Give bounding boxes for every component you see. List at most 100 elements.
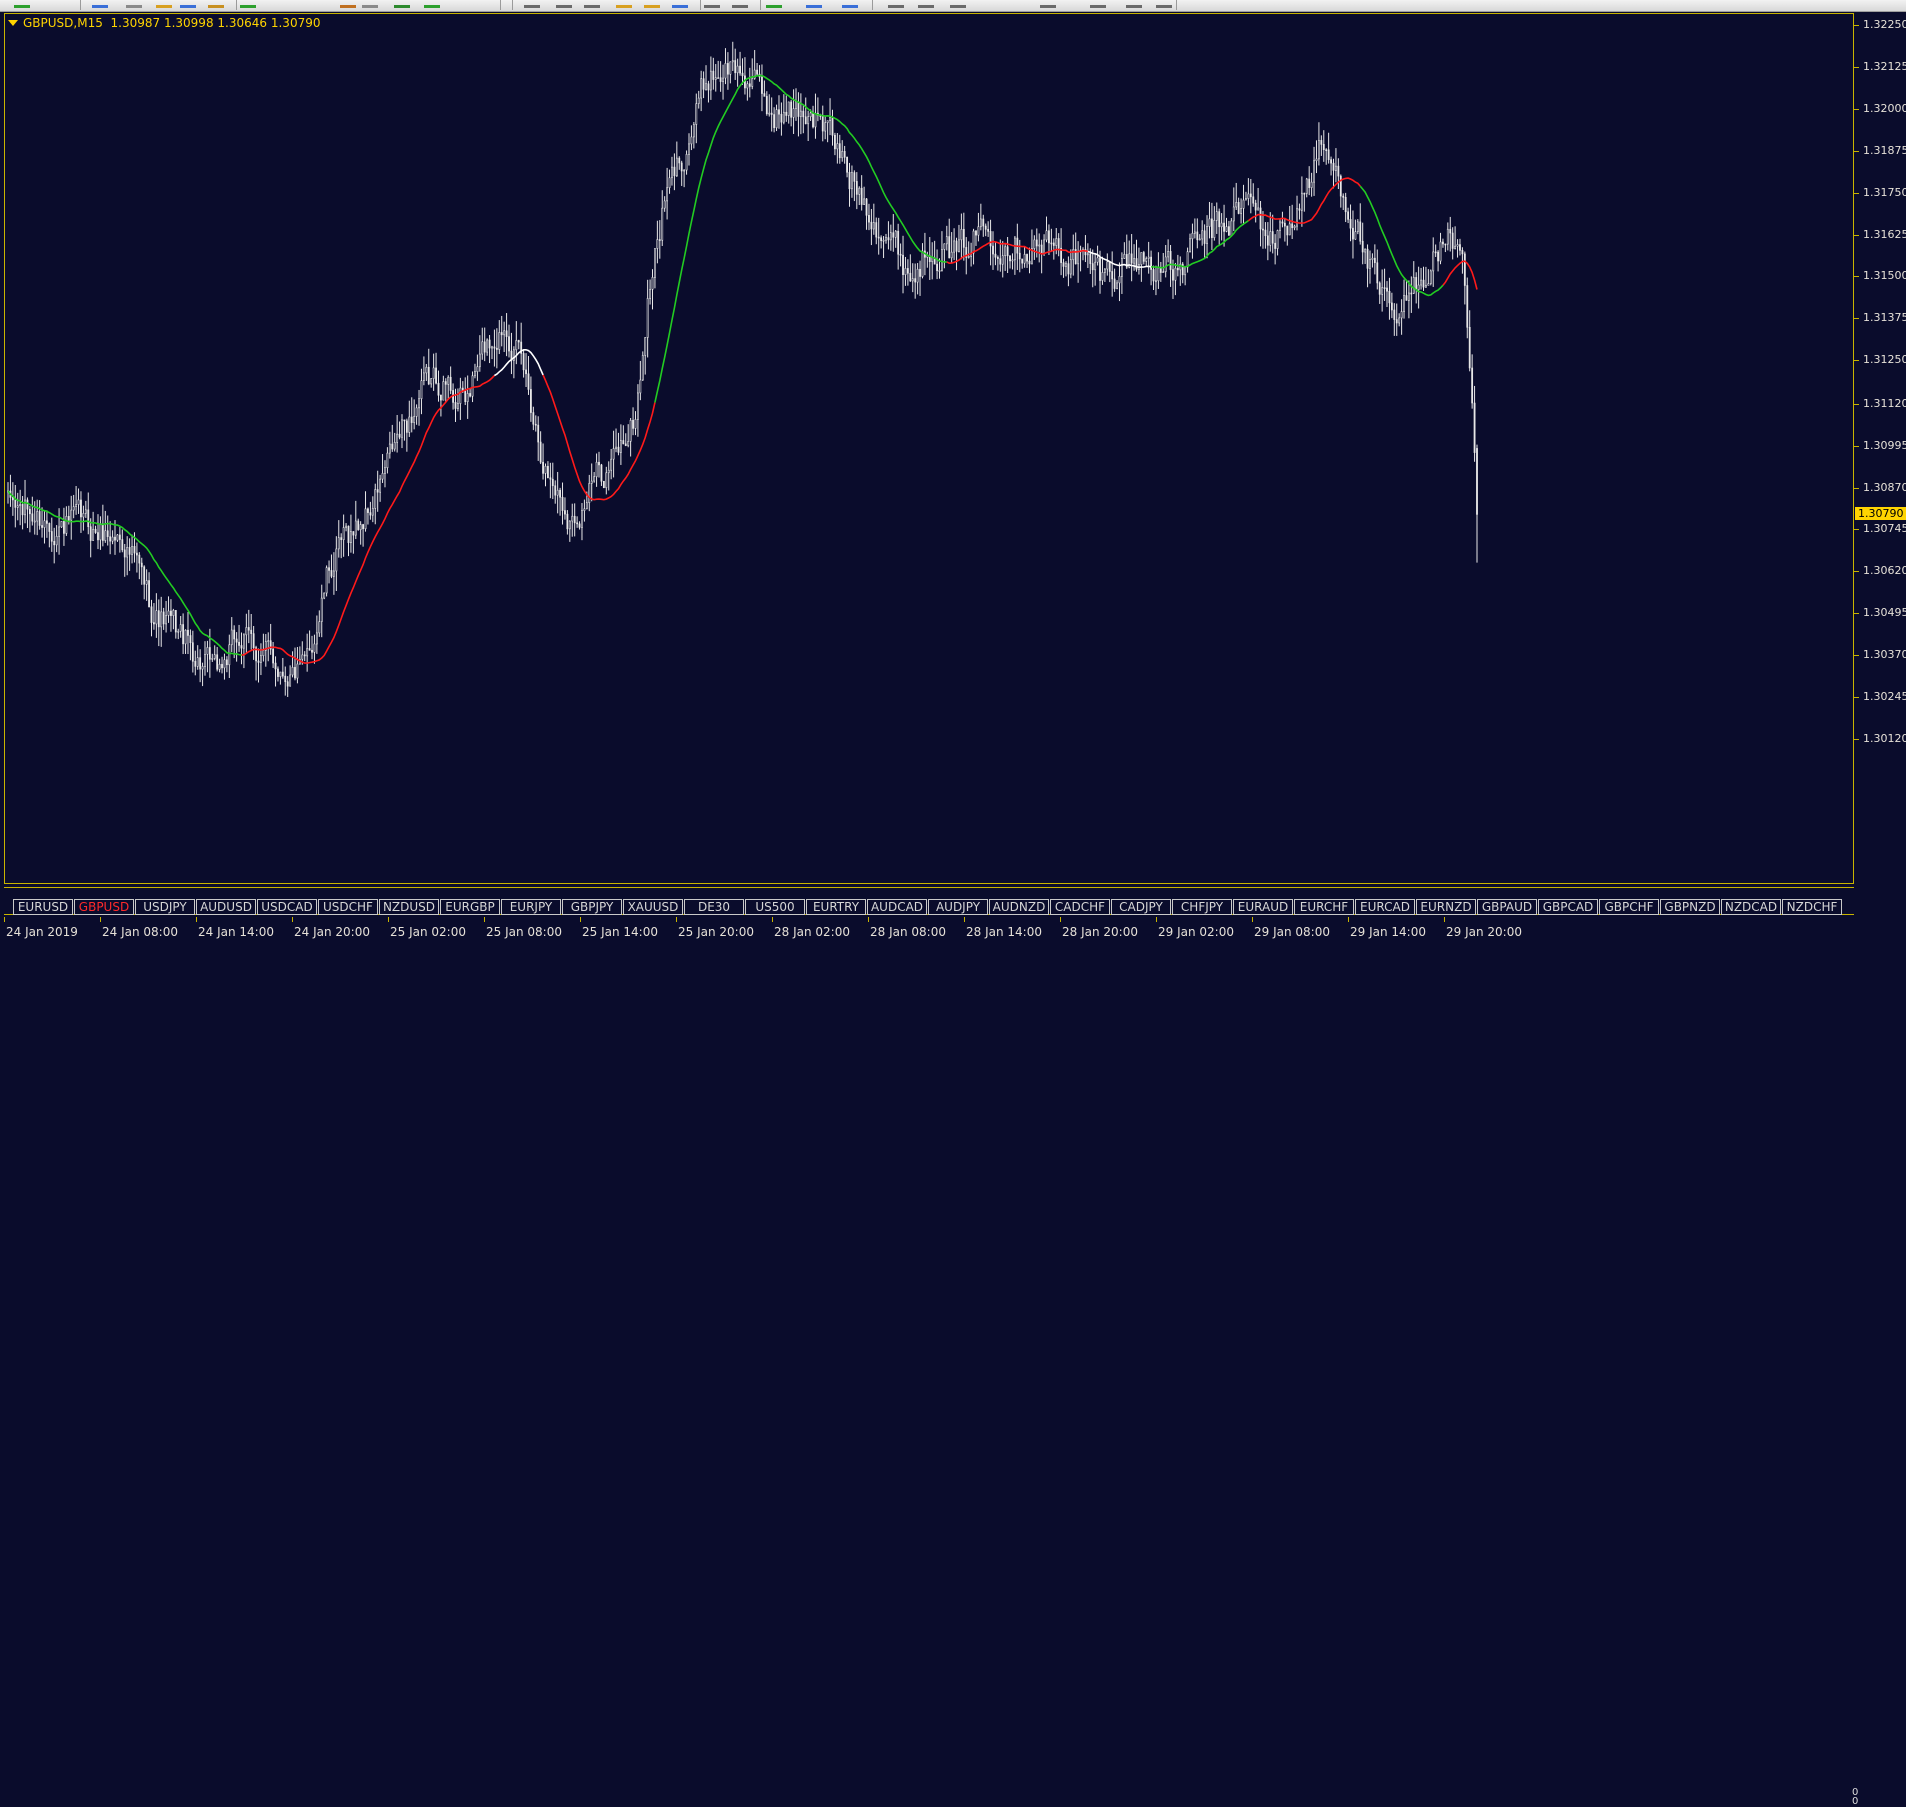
- symbol-tab-nzdchf[interactable]: NZDCHF: [1782, 899, 1842, 915]
- price-tick: [1854, 192, 1859, 194]
- current-price-label: 1.30790: [1855, 507, 1906, 521]
- symbol-tab-gbpusd[interactable]: GBPUSD: [74, 899, 134, 915]
- symbol-tab-nzdcad[interactable]: NZDCAD: [1721, 899, 1781, 915]
- symbol-tab-chfjpy[interactable]: CHFJPY: [1172, 899, 1232, 915]
- symbol-tab-usdcad[interactable]: USDCAD: [257, 899, 317, 915]
- price-tick: [1854, 739, 1859, 740]
- symbol-tab-cadchf[interactable]: CADCHF: [1050, 899, 1110, 915]
- symbol-tab-audcad[interactable]: AUDCAD: [867, 899, 927, 915]
- price-label: 1.31625: [1863, 227, 1906, 241]
- price-label: 1.30870: [1863, 480, 1906, 494]
- symbol-tab-eurnzd[interactable]: EURNZD: [1416, 899, 1476, 915]
- price-label: 1.30745: [1863, 522, 1906, 536]
- symbol-tab-eurcad[interactable]: EURCAD: [1355, 899, 1415, 915]
- time-tick: [580, 917, 581, 922]
- symbol-tab-gbpaud[interactable]: GBPAUD: [1477, 899, 1537, 915]
- time-label: 29 Jan 20:00: [1446, 925, 1522, 939]
- price-tick: [1854, 25, 1859, 26]
- price-label: 1.30495: [1863, 606, 1906, 620]
- tabs-scroll-down-button[interactable]: 0: [1852, 1796, 1858, 1807]
- symbol-name: GBPUSD,M15: [23, 16, 103, 30]
- price-label: 1.30120: [1863, 732, 1906, 745]
- time-tick: [1348, 917, 1349, 922]
- symbol-tab-gbpnzd[interactable]: GBPNZD: [1660, 899, 1720, 915]
- time-tick: [1444, 917, 1445, 922]
- price-tick: [1854, 234, 1859, 236]
- time-tick: [4, 917, 5, 922]
- symbol-tab-gbpjpy[interactable]: GBPJPY: [562, 899, 622, 915]
- time-label: 29 Jan 02:00: [1158, 925, 1234, 939]
- symbol-tab-us500[interactable]: US500: [745, 899, 805, 915]
- chart-header: GBPUSD,M15 1.30987 1.30998 1.30646 1.307…: [8, 15, 320, 31]
- time-tick: [964, 917, 965, 922]
- symbol-tab-euraud[interactable]: EURAUD: [1233, 899, 1293, 915]
- symbol-tab-de30[interactable]: DE30: [684, 899, 744, 915]
- time-label: 24 Jan 08:00: [102, 925, 178, 939]
- bar-close: 1.30790: [270, 16, 321, 30]
- price-tick: [1854, 403, 1859, 405]
- price-label: 1.30995: [1863, 438, 1906, 452]
- price-label: 1.30245: [1863, 690, 1906, 704]
- price-label: 1.31120: [1863, 396, 1906, 410]
- symbol-tab-usdjpy[interactable]: USDJPY: [135, 899, 195, 915]
- time-label: 29 Jan 08:00: [1254, 925, 1330, 939]
- time-label: 25 Jan 08:00: [486, 925, 562, 939]
- price-tick: [1854, 613, 1859, 615]
- price-label: 1.32125: [1863, 59, 1906, 73]
- bar-high: 1.30998: [163, 16, 214, 30]
- price-label: 1.32250: [1863, 18, 1906, 31]
- time-label: 25 Jan 02:00: [390, 925, 466, 939]
- symbol-tab-audjpy[interactable]: AUDJPY: [928, 899, 988, 915]
- symbol-tab-eurgbp[interactable]: EURGBP: [440, 899, 500, 915]
- time-label: 24 Jan 20:00: [294, 925, 370, 939]
- price-label: 1.30620: [1863, 564, 1906, 578]
- price-label: 1.31875: [1863, 143, 1906, 157]
- symbol-tab-eurusd[interactable]: EURUSD: [13, 899, 73, 915]
- price-label: 1.31250: [1863, 353, 1906, 367]
- price-label: 1.32000: [1863, 101, 1906, 115]
- time-label: 24 Jan 2019: [6, 925, 78, 939]
- price-label: 1.31375: [1863, 311, 1906, 325]
- symbol-tab-nzdusd[interactable]: NZDUSD: [379, 899, 439, 915]
- time-tick: [676, 917, 677, 922]
- price-tick: [1854, 487, 1859, 489]
- time-label: 28 Jan 02:00: [774, 925, 850, 939]
- time-tick: [868, 917, 869, 922]
- symbol-tab-audnzd[interactable]: AUDNZD: [989, 899, 1049, 915]
- time-label: 28 Jan 08:00: [870, 925, 946, 939]
- symbol-tabs: 0 0 EURUSD GBPUSD USDJPY AUDUSD USDCAD USDCHF…: [4, 887, 1858, 1807]
- dropdown-triangle-icon[interactable]: [8, 20, 18, 26]
- symbol-tab-eurjpy[interactable]: EURJPY: [501, 899, 561, 915]
- symbol-tab-usdchf[interactable]: USDCHF: [318, 899, 378, 915]
- bar-open: 1.30987: [110, 16, 161, 30]
- price-axis: 1.32250 1.32125 1.32000 1.31875 1.31750 1.316…: [1854, 13, 1906, 884]
- price-tick: [1854, 655, 1859, 657]
- time-label: 25 Jan 14:00: [582, 925, 658, 939]
- chart-frame: [4, 13, 1854, 884]
- price-tick: [1854, 318, 1859, 320]
- symbol-tab-gbpcad[interactable]: GBPCAD: [1538, 899, 1598, 915]
- time-axis: 24 Jan 2019 24 Jan 08:00 24 Jan 14:00 24 Ja…: [0, 917, 1906, 947]
- symbol-tab-audusd[interactable]: AUDUSD: [196, 899, 256, 915]
- bar-low: 1.30646: [217, 16, 268, 30]
- symbol-tab-cadjpy[interactable]: CADJPY: [1111, 899, 1171, 915]
- time-tick: [1060, 917, 1061, 922]
- time-tick: [388, 917, 389, 922]
- price-label: 1.31500: [1863, 269, 1906, 283]
- price-label: 1.30370: [1863, 648, 1906, 662]
- time-label: 24 Jan 14:00: [198, 925, 274, 939]
- time-label: 25 Jan 20:00: [678, 925, 754, 939]
- time-label: 29 Jan 14:00: [1350, 925, 1426, 939]
- time-tick: [772, 917, 773, 922]
- price-tick: [1854, 66, 1859, 68]
- price-label: 1.31750: [1863, 185, 1906, 199]
- price-tick: [1854, 150, 1859, 152]
- symbol-tab-gbpchf[interactable]: GBPCHF: [1599, 899, 1659, 915]
- price-tick: [1854, 445, 1859, 447]
- symbol-tab-eurchf[interactable]: EURCHF: [1294, 899, 1354, 915]
- time-tick: [292, 917, 293, 922]
- time-tick: [196, 917, 197, 922]
- symbol-tab-eurtry[interactable]: EURTRY: [806, 899, 866, 915]
- price-tick: [1854, 529, 1859, 531]
- symbol-tab-xauusd[interactable]: XAUUSD: [623, 899, 683, 915]
